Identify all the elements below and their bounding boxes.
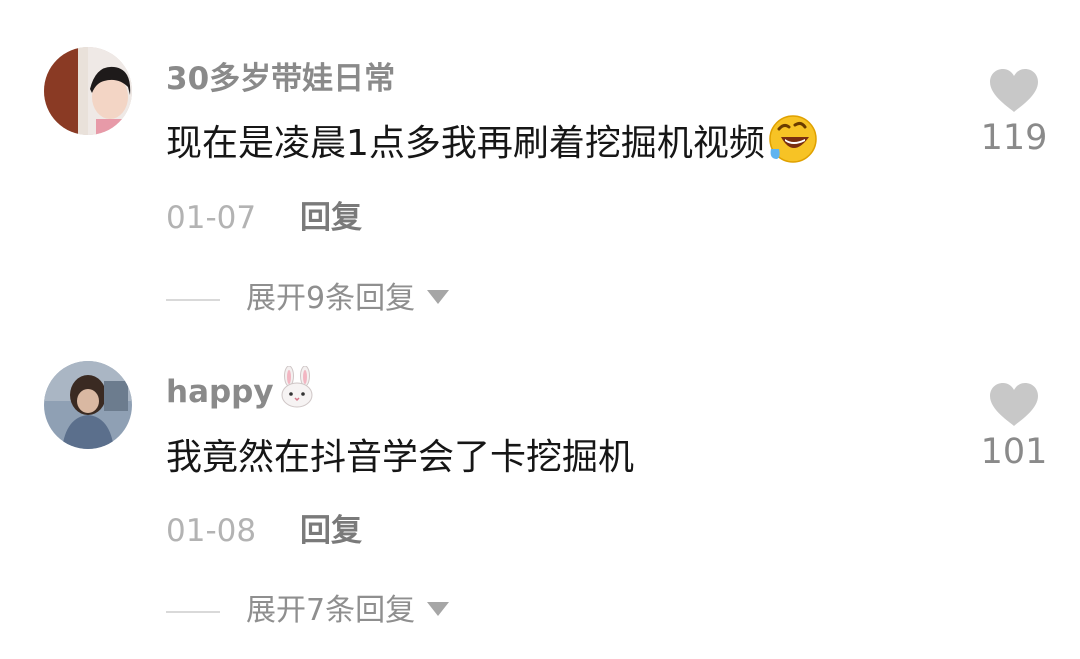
reply-button[interactable]: 回复 [300,505,362,550]
divider-line [166,610,220,613]
user-avatar[interactable] [44,361,132,449]
rabbit-face-emoji-icon [278,365,316,416]
reply-button[interactable]: 回复 [300,192,362,237]
heart-icon [990,69,1038,112]
like-button[interactable]: 119 [974,68,1054,158]
comment-text-content: 我竟然在抖音学会了卡挖掘机 [166,437,635,478]
expand-replies-label: 展开9条回复 [246,281,416,316]
divider-line [166,298,220,301]
like-button[interactable]: 101 [974,382,1054,472]
caret-down-icon [427,589,450,624]
expand-replies-label: 展开7条回复 [246,593,416,628]
avatar-photo-icon [44,47,132,135]
username-text: 30多岁带娃日常 [166,61,396,97]
user-avatar[interactable] [44,47,132,135]
comment-text: 我竟然在抖音学会了卡挖掘机 [166,428,634,480]
username-text: happy [166,374,274,410]
avatar-photo-icon [44,361,132,449]
comment-text-content: 现在是凌晨1点多我再刷着挖掘机视频 [166,123,765,164]
expand-replies-button[interactable]: 展开9条回复 [166,273,450,317]
expand-replies-button[interactable]: 展开7条回复 [166,585,450,629]
like-count: 119 [980,118,1048,158]
rolling-on-floor-laughing-emoji-icon [767,113,819,174]
comment-date: 01-08 [166,513,257,549]
comment-date: 01-07 [166,200,257,236]
username[interactable]: happy [166,365,316,416]
caret-down-icon [427,277,450,312]
username[interactable]: 30多岁带娃日常 [166,53,395,98]
comment-meta: 01-08 回复 [166,505,362,550]
like-count: 101 [980,432,1048,472]
heart-icon [990,383,1038,426]
comment-text: 现在是凌晨1点多我再刷着挖掘机视频 [166,113,819,174]
comment-meta: 01-07 回复 [166,192,362,237]
